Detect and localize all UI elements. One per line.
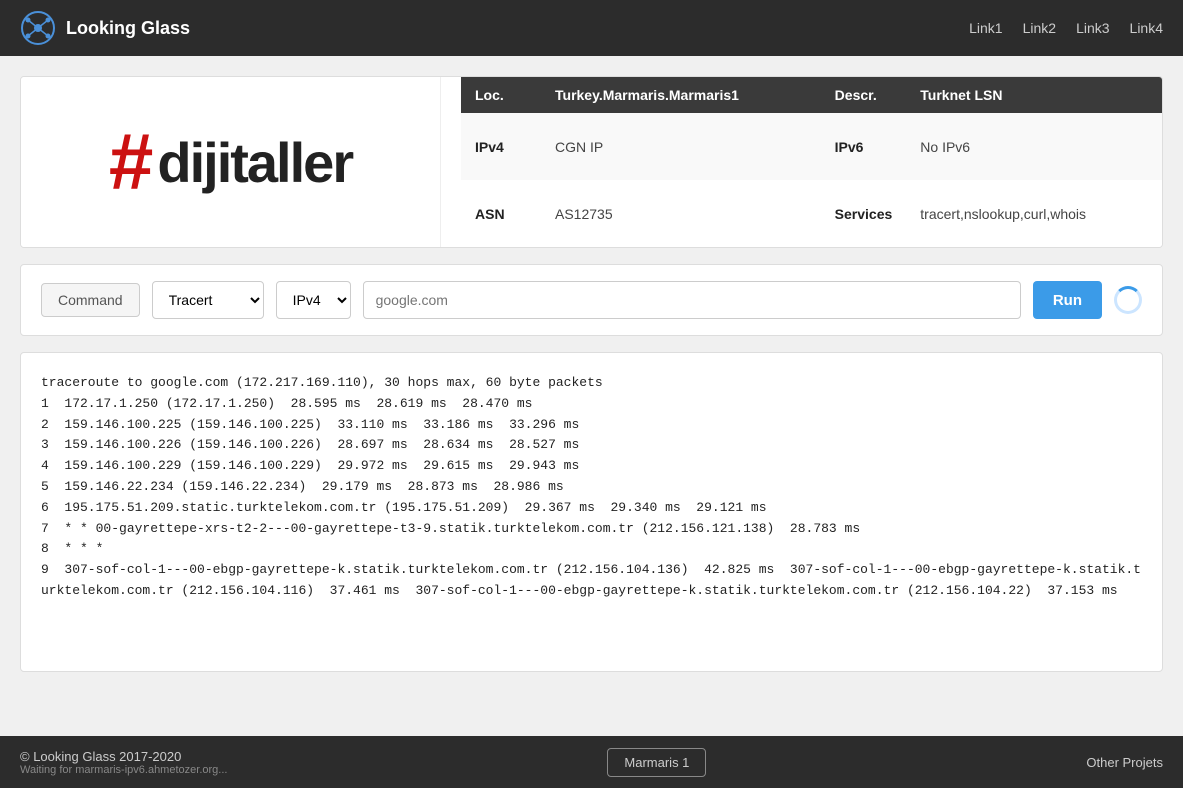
output-box: traceroute to google.com (172.217.169.11… — [20, 352, 1163, 672]
command-select[interactable]: Tracert NSLookup Curl Whois — [152, 281, 264, 319]
run-button[interactable]: Run — [1033, 281, 1102, 319]
app-logo: Looking Glass — [20, 10, 190, 46]
asn-label: ASN — [461, 180, 541, 247]
other-projects-link[interactable]: Other Projets — [1086, 755, 1163, 770]
nav-link3[interactable]: Link3 — [1076, 20, 1109, 36]
brand-name: dijitaller — [157, 130, 352, 195]
info-row-1: IPv4 CGN IP IPv6 No IPv6 — [461, 113, 1162, 180]
loading-spinner — [1114, 286, 1142, 314]
descr-header-value: Turknet LSN — [906, 77, 1162, 113]
app-title: Looking Glass — [66, 18, 190, 39]
logo-icon — [20, 10, 56, 46]
asn-value: AS12735 — [541, 180, 821, 247]
brand-logo-box: # dijitaller — [21, 77, 441, 247]
ipv6-value: No IPv6 — [906, 113, 1162, 180]
copyright-text: © Looking Glass 2017-2020 — [20, 749, 227, 764]
location-badge[interactable]: Marmaris 1 — [607, 748, 706, 777]
loc-header-value: Turkey.Marmaris.Marmaris1 — [541, 77, 821, 113]
info-row-2: ASN AS12735 Services tracert,nslookup,cu… — [461, 180, 1162, 247]
dijitaller-logo: # dijitaller — [109, 122, 352, 202]
protocol-select[interactable]: IPv4 IPv6 — [276, 281, 351, 319]
descr-header-label: Descr. — [821, 77, 907, 113]
footer: © Looking Glass 2017-2020 Waiting for ma… — [0, 736, 1183, 788]
header-nav: Link1 Link2 Link3 Link4 — [969, 20, 1163, 36]
footer-left: © Looking Glass 2017-2020 Waiting for ma… — [20, 749, 227, 776]
services-value: tracert,nslookup,curl,whois — [906, 180, 1162, 247]
nav-link2[interactable]: Link2 — [1023, 20, 1056, 36]
services-label: Services — [821, 180, 907, 247]
command-bar: Command Tracert NSLookup Curl Whois IPv4… — [20, 264, 1163, 336]
ipv6-label: IPv6 — [821, 113, 907, 180]
loc-header-label: Loc. — [461, 77, 541, 113]
ipv4-value: CGN IP — [541, 113, 821, 180]
info-table: Loc. Turkey.Marmaris.Marmaris1 Descr. Tu… — [461, 77, 1162, 247]
hash-symbol: # — [109, 122, 154, 202]
waiting-text: Waiting for marmaris-ipv6.ahmetozer.org.… — [20, 764, 227, 776]
target-input[interactable]: google.com — [363, 281, 1021, 319]
ipv4-label: IPv4 — [461, 113, 541, 180]
main-content: # dijitaller Loc. Turkey.Marmaris.Marmar… — [0, 56, 1183, 736]
nav-link1[interactable]: Link1 — [969, 20, 1002, 36]
top-section: # dijitaller Loc. Turkey.Marmaris.Marmar… — [20, 76, 1163, 248]
nav-link4[interactable]: Link4 — [1130, 20, 1163, 36]
header: Looking Glass Link1 Link2 Link3 Link4 — [0, 0, 1183, 56]
command-label: Command — [41, 283, 140, 317]
